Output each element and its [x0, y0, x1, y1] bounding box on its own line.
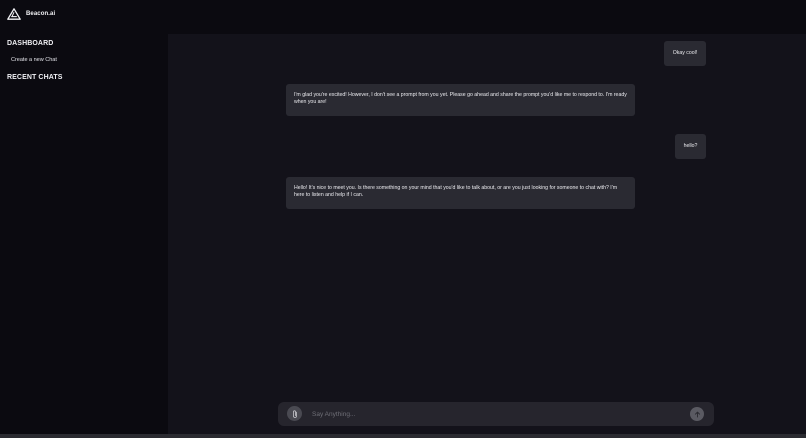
- window-bottom-edge: [0, 434, 806, 438]
- brand[interactable]: Beacon.ai: [7, 8, 55, 20]
- assistant-message: I'm glad you're excited! However, I don'…: [286, 84, 635, 116]
- user-message: hello?: [675, 134, 706, 159]
- app-window: Beacon.ai DASHBOARD Create a new Chat RE…: [0, 0, 806, 438]
- send-button[interactable]: [690, 407, 704, 421]
- sidebar-heading-dashboard[interactable]: DASHBOARD: [7, 40, 53, 47]
- triangle-logo-icon: [7, 8, 21, 20]
- attach-button[interactable]: [287, 406, 302, 421]
- message-text: Okay cool!: [672, 50, 698, 56]
- message-text: hello?: [683, 143, 698, 149]
- create-new-chat-link[interactable]: Create a new Chat: [11, 57, 57, 63]
- user-message: Okay cool!: [664, 41, 706, 66]
- assistant-message: Hello! It's nice to meet you. Is there s…: [286, 177, 635, 209]
- brand-name: Beacon.ai: [26, 11, 56, 17]
- message-text: I'm glad you're excited! However, I don'…: [294, 92, 627, 105]
- message-input[interactable]: [312, 407, 682, 421]
- message-text: Hello! It's nice to meet you. Is there s…: [294, 185, 618, 198]
- sidebar: DASHBOARD Create a new Chat RECENT CHATS: [0, 34, 168, 434]
- arrow-up-icon: [694, 405, 701, 423]
- paperclip-icon: [292, 405, 298, 423]
- chat-area: Okay cool! I'm glad you're excited! Howe…: [168, 34, 806, 434]
- sidebar-heading-recent-chats: RECENT CHATS: [7, 74, 63, 81]
- top-bar: Beacon.ai: [0, 0, 806, 34]
- message-composer: [278, 402, 714, 426]
